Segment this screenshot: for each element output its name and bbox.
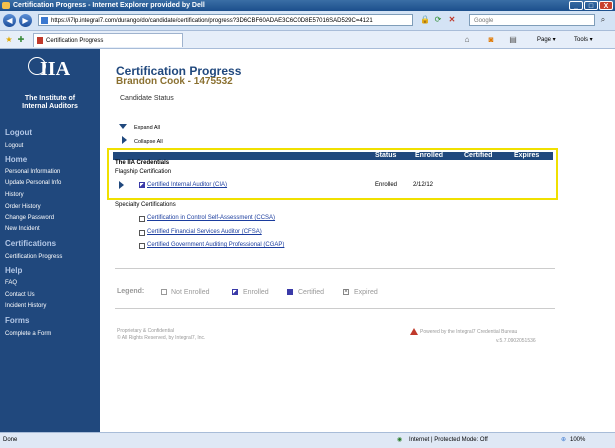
main-content: Certification Progress Brandon Cook - 14… bbox=[100, 49, 615, 432]
sidebar-section-forms: Forms bbox=[5, 316, 30, 325]
print-icon[interactable]: ▤ bbox=[508, 35, 518, 45]
credentials-title: The IIA Credentials bbox=[115, 160, 170, 166]
refresh-icon[interactable]: ⟳ bbox=[433, 15, 443, 25]
status-text: Done bbox=[3, 437, 18, 443]
sidebar-item-personal-information[interactable]: Personal Information bbox=[5, 169, 60, 175]
home-icon[interactable]: ⌂ bbox=[462, 35, 472, 45]
tab-label: Certification Progress bbox=[46, 38, 104, 44]
legend-enrolled-icon bbox=[232, 289, 238, 295]
logo-text-line1: The Institute of bbox=[24, 95, 76, 102]
flagship-label: Flagship Certification bbox=[115, 169, 172, 175]
legend-expired-icon: × bbox=[343, 289, 349, 295]
sidebar-section-certifications: Certifications bbox=[5, 239, 57, 248]
specialty-label: Specialty Certifications bbox=[115, 202, 176, 208]
candidate-name: Brandon Cook - 1475532 bbox=[116, 76, 233, 87]
footer-confidential: Proprietary & Confidential bbox=[117, 328, 174, 334]
sidebar-section-logout: Logout bbox=[5, 128, 33, 137]
credentials-header: Status Enrolled Certified Expires bbox=[113, 152, 553, 160]
candidate-status-label: Candidate Status bbox=[120, 95, 174, 102]
col-certified: Certified bbox=[464, 152, 493, 159]
sidebar-item-update-personal-info[interactable]: Update Personal Info bbox=[5, 180, 61, 186]
legend-certified: Certified bbox=[298, 289, 325, 296]
close-button[interactable]: X bbox=[599, 1, 613, 10]
feeds-icon[interactable]: ◙ bbox=[486, 35, 496, 45]
sidebar-item-new-incident[interactable]: New Incident bbox=[5, 226, 40, 232]
ie-icon bbox=[2, 2, 10, 9]
page-icon bbox=[41, 17, 48, 24]
window-title-bar: Certification Progress - Internet Explor… bbox=[0, 0, 615, 11]
sidebar: IIA The Institute of Internal Auditors L… bbox=[0, 49, 100, 432]
internet-zone-icon: ◉ bbox=[397, 437, 403, 443]
col-enrolled: Enrolled bbox=[415, 152, 444, 159]
url-text: https://i7lp.integral7.com/durango/do/ca… bbox=[51, 18, 373, 24]
cert-link-cfsa[interactable]: Certified Financial Services Auditor (CF… bbox=[147, 229, 262, 235]
legend-not-enrolled-icon bbox=[161, 289, 167, 295]
sidebar-item-contact-us[interactable]: Contact Us bbox=[5, 292, 35, 298]
search-icon[interactable]: ⌕ bbox=[597, 14, 609, 26]
collapse-all-link[interactable]: Collapse All bbox=[134, 139, 163, 145]
cert-link-cia[interactable]: Certified Internal Auditor (CIA) bbox=[147, 182, 227, 188]
sidebar-item-faq[interactable]: FAQ bbox=[5, 280, 17, 286]
not-enrolled-icon bbox=[139, 230, 145, 236]
search-input[interactable]: Google bbox=[469, 14, 595, 26]
page-menu[interactable]: Page ▾ bbox=[537, 35, 556, 45]
forward-button[interactable]: ▶ bbox=[19, 14, 32, 27]
address-input[interactable]: https://i7lp.integral7.com/durango/do/ca… bbox=[38, 14, 413, 26]
sidebar-item-history[interactable]: History bbox=[5, 192, 24, 198]
expand-row-icon[interactable] bbox=[119, 181, 124, 189]
sidebar-item-order-history[interactable]: Order History bbox=[5, 204, 41, 210]
sidebar-item-incident-history[interactable]: Incident History bbox=[5, 303, 46, 309]
enrolled-status-icon bbox=[139, 182, 145, 188]
divider bbox=[115, 268, 555, 269]
tab-bar: ★ ✚ Certification Progress ⌂ ◙ ▤ Page ▾ … bbox=[0, 31, 615, 49]
legend-label: Legend: bbox=[117, 288, 145, 295]
sidebar-item-logout[interactable]: Logout bbox=[5, 143, 23, 149]
not-enrolled-icon bbox=[139, 216, 145, 222]
integral7-logo-icon bbox=[410, 328, 418, 335]
minimize-button[interactable]: _ bbox=[569, 1, 583, 10]
favorites-star-icon[interactable]: ★ bbox=[4, 35, 14, 45]
not-enrolled-icon bbox=[139, 243, 145, 249]
status-bar: Done ◉ Internet | Protected Mode: Off ⊕ … bbox=[0, 432, 615, 448]
back-button[interactable]: ◀ bbox=[3, 14, 16, 27]
logo-text-line2: Internal Auditors bbox=[22, 103, 78, 110]
footer-powered-by: Powered by the Integral7 Credential Bure… bbox=[420, 329, 518, 335]
legend-certified-icon bbox=[287, 289, 293, 295]
security-zone: Internet | Protected Mode: Off bbox=[409, 437, 488, 443]
maximize-button[interactable]: □ bbox=[584, 1, 598, 10]
expand-all-icon[interactable] bbox=[119, 124, 127, 129]
legend-expired: Expired bbox=[354, 289, 378, 296]
cia-enrolled-date: 2/12/12 bbox=[413, 182, 434, 188]
divider bbox=[115, 308, 555, 309]
col-status: Status bbox=[375, 152, 397, 159]
zoom-icon: ⊕ bbox=[561, 437, 567, 443]
footer-version: v.5.7.0902051536 bbox=[496, 338, 536, 344]
tab-certification-progress[interactable]: Certification Progress bbox=[33, 33, 183, 47]
col-expires: Expires bbox=[514, 152, 540, 159]
sidebar-item-complete-a-form[interactable]: Complete a Form bbox=[5, 331, 51, 337]
cert-link-cgap[interactable]: Certified Government Auditing Profession… bbox=[147, 242, 284, 248]
tools-menu[interactable]: Tools ▾ bbox=[574, 35, 593, 45]
legend-not-enrolled: Not Enrolled bbox=[171, 289, 210, 296]
sidebar-item-certification-progress[interactable]: Certification Progress bbox=[5, 254, 62, 260]
collapse-all-icon[interactable] bbox=[122, 136, 127, 144]
add-favorites-icon[interactable]: ✚ bbox=[16, 35, 26, 45]
zoom-level[interactable]: 100% bbox=[570, 436, 585, 445]
window-title: Certification Progress - Internet Explor… bbox=[13, 2, 205, 9]
legend-enrolled: Enrolled bbox=[243, 289, 269, 296]
sidebar-section-help: Help bbox=[5, 266, 23, 275]
logo-mark: IIA bbox=[40, 58, 71, 80]
footer-copyright: © All Rights Reserved, by Integral7, Inc… bbox=[117, 335, 206, 341]
cia-status: Enrolled bbox=[375, 182, 398, 188]
stop-icon[interactable]: ✕ bbox=[447, 15, 457, 25]
expand-all-link[interactable]: Expand All bbox=[134, 125, 160, 131]
sidebar-item-change-password[interactable]: Change Password bbox=[5, 215, 54, 221]
cert-link-ccsa[interactable]: Certification in Control Self-Assessment… bbox=[147, 215, 275, 221]
tab-favicon bbox=[37, 37, 43, 44]
sidebar-section-home: Home bbox=[5, 155, 28, 164]
lock-icon[interactable]: 🔒 bbox=[420, 15, 430, 25]
address-toolbar: ◀ ▶ https://i7lp.integral7.com/durango/d… bbox=[0, 11, 615, 31]
